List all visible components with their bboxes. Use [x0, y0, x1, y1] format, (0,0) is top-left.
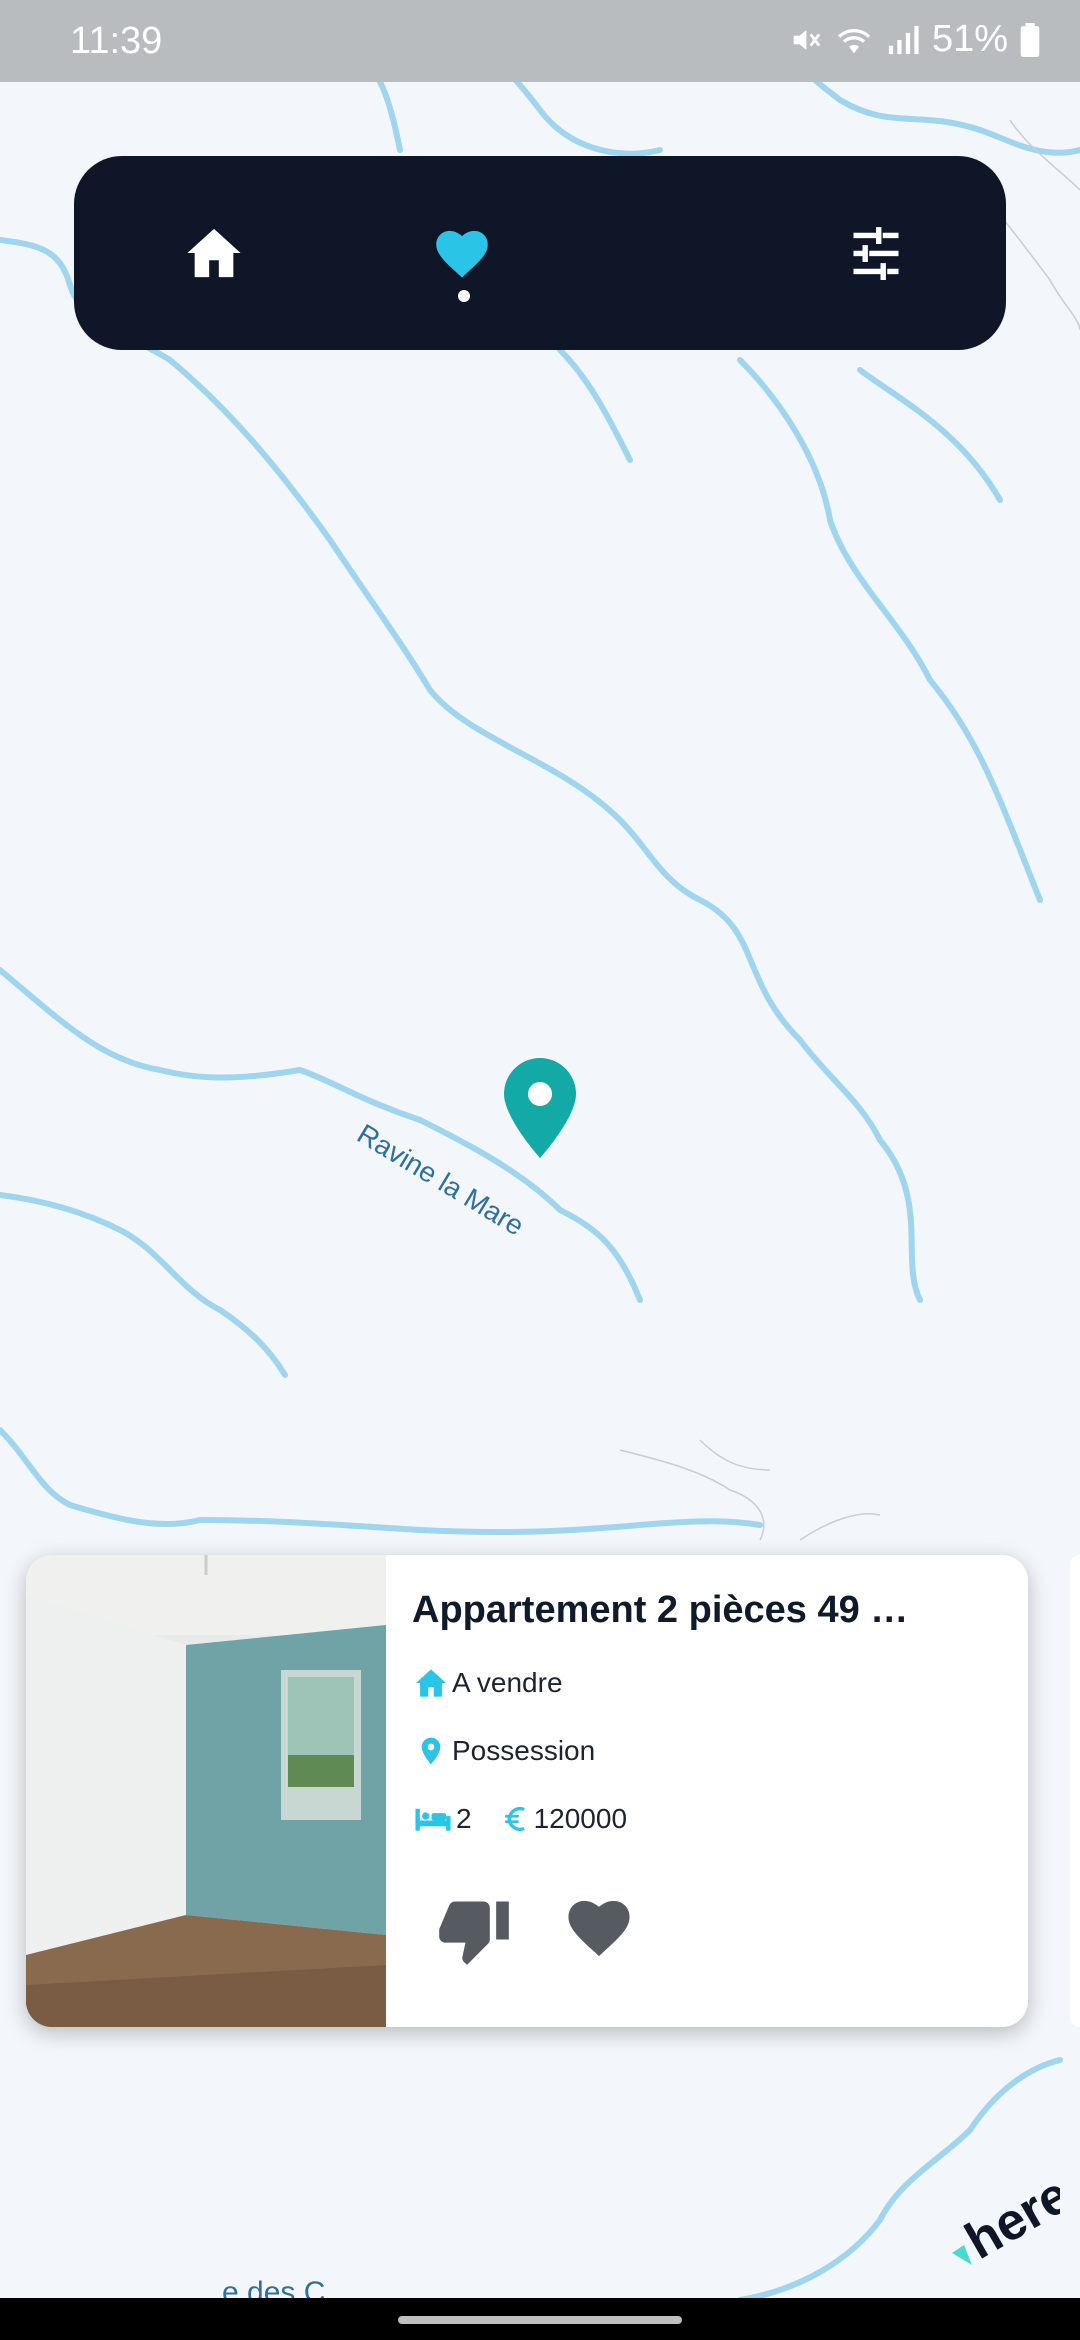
listing-location: Possession — [452, 1735, 596, 1766]
battery-percent: 51% — [931, 18, 1008, 60]
battery-icon — [1020, 22, 1040, 57]
status-time: 11:39 — [70, 20, 163, 62]
next-listing-card-peek[interactable] — [1070, 1555, 1080, 2027]
listing-photo — [26, 1555, 386, 2027]
house-icon — [416, 1669, 446, 1697]
mute-icon — [793, 29, 821, 50]
listing-status: A vendre — [452, 1667, 563, 1698]
active-tab-indicator — [458, 290, 470, 302]
favorites-nav-button[interactable] — [392, 156, 532, 350]
heart-icon — [436, 230, 488, 278]
listing-details-row: 2 120000 — [414, 1803, 627, 1835]
listing-price: 120000 — [533, 1803, 628, 1834]
listing-location-row: Possession — [414, 1735, 595, 1767]
status-bar: 11:39 51% — [0, 0, 1080, 82]
here-logo: here — [952, 2175, 1060, 2265]
listing-status-row: A vendre — [414, 1667, 563, 1699]
listing-card[interactable]: Appartement 2 pièces 49 … A vendre Posse… — [26, 1555, 1028, 2027]
signal-icon — [888, 25, 919, 54]
here-logo-text: here — [956, 2175, 1060, 2265]
thumbs-down-icon[interactable] — [436, 1895, 512, 1965]
home-icon — [187, 228, 241, 278]
sliders-icon — [853, 227, 899, 280]
listing-actions — [436, 1895, 634, 1965]
listing-bedrooms: 2 — [456, 1803, 472, 1834]
listing-title: Appartement 2 pièces 49 … — [412, 1589, 909, 1631]
top-navigation — [74, 156, 1006, 350]
wifi-icon — [837, 28, 871, 53]
heart-icon[interactable] — [564, 1895, 634, 1959]
status-icons: 51% — [788, 18, 1040, 61]
home-indicator[interactable] — [398, 2316, 682, 2324]
bed-icon — [415, 1808, 451, 1831]
home-nav-button[interactable] — [144, 156, 284, 350]
filters-nav-button[interactable] — [806, 156, 946, 350]
euro-icon — [504, 1807, 525, 1831]
location-pin-icon — [421, 1737, 441, 1765]
map-marker[interactable] — [500, 1058, 580, 1158]
